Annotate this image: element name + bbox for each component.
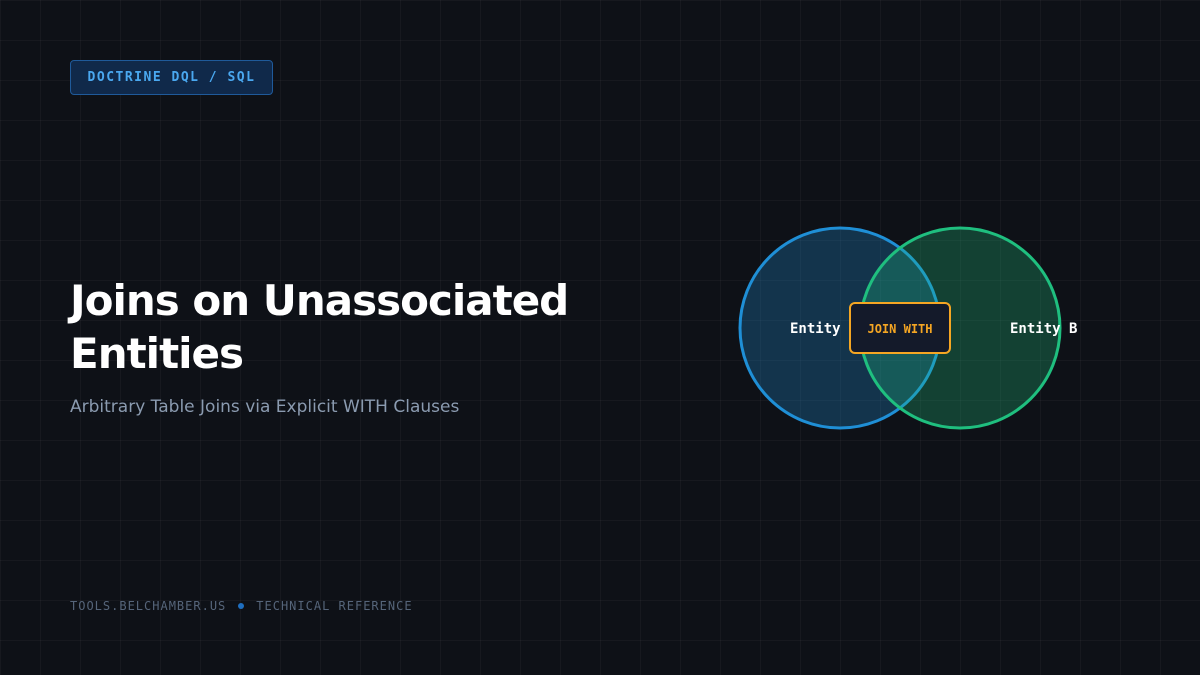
entity-b-label: Entity B: [1010, 321, 1077, 337]
venn-diagram: Entity Entity B JOIN WITH: [738, 226, 1077, 430]
separator-dot-icon: [238, 603, 245, 609]
footer: TOOLS.BELCHAMBER.US TECHNICAL REFERENCE: [70, 599, 413, 613]
page-title: Joins on Unassociated Entities: [70, 276, 569, 378]
entity-a-label: Entity: [790, 321, 841, 337]
join-with-label: JOIN WITH: [867, 322, 932, 336]
page-subtitle: Arbitrary Table Joins via Explicit WITH …: [70, 397, 460, 417]
footer-section: TECHNICAL REFERENCE: [256, 599, 413, 613]
footer-site: TOOLS.BELCHAMBER.US: [70, 599, 227, 613]
category-badge: DOCTRINE DQL / SQL: [70, 60, 273, 95]
